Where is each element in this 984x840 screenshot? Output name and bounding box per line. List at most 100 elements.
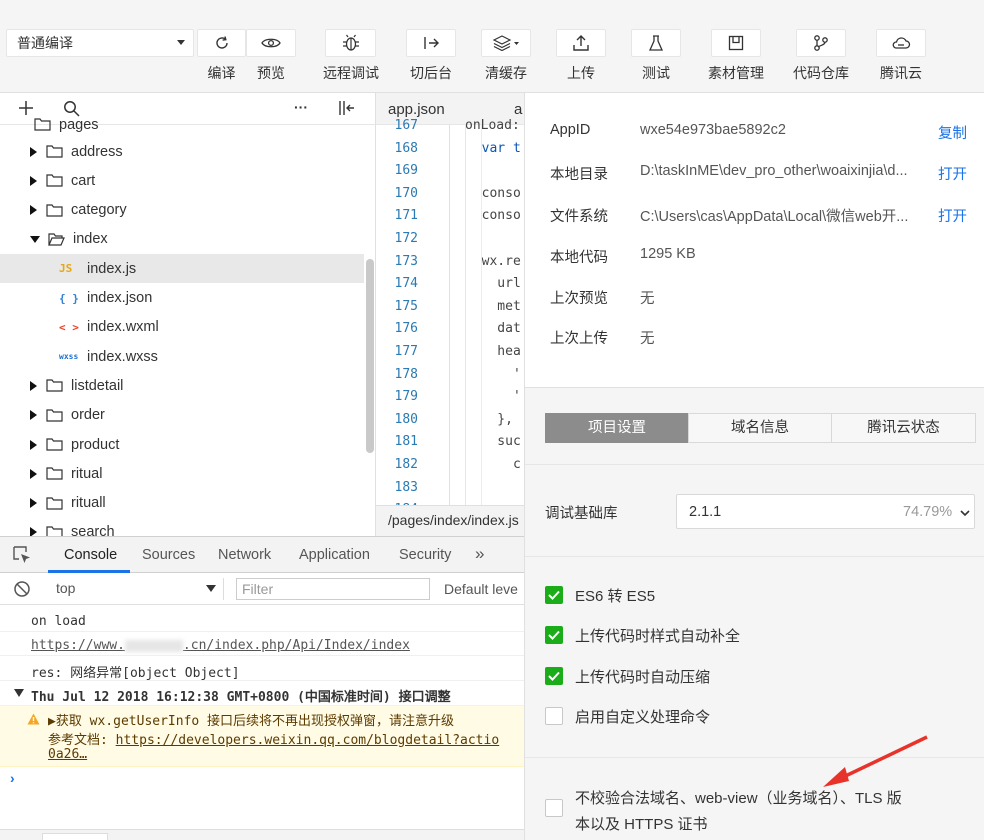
- tab-console[interactable]: Console: [64, 547, 117, 563]
- tencent-cloud-button[interactable]: [876, 29, 926, 57]
- compile-mode-select[interactable]: 普通编译: [6, 29, 194, 57]
- tree-item-address[interactable]: address: [0, 137, 364, 166]
- code-repo-label: 代码仓库: [793, 65, 849, 81]
- tab-tencent-cloud-status[interactable]: 腾讯云状态: [831, 413, 976, 443]
- console-link-part[interactable]: https://www.: [31, 638, 125, 653]
- lib-version-value: 2.1.1: [689, 504, 722, 520]
- open-link[interactable]: 打开: [938, 205, 967, 226]
- warning-doc-link[interactable]: https://developers.weixin.qq.com/blogdet…: [116, 733, 500, 748]
- expand-triangle-icon[interactable]: [14, 689, 24, 697]
- tree-item-ritual[interactable]: ritual: [0, 459, 364, 488]
- caret-right-icon[interactable]: [30, 205, 37, 216]
- material-manage-button[interactable]: [711, 29, 761, 57]
- caret-right-icon[interactable]: [30, 380, 37, 391]
- caret-right-icon[interactable]: [30, 410, 37, 421]
- info-value: 无: [640, 331, 655, 347]
- tree-item-order[interactable]: order: [0, 401, 364, 430]
- blurred-domain: [124, 639, 183, 652]
- tree-item-product[interactable]: product: [0, 430, 364, 459]
- checkbox-checked-icon[interactable]: [545, 667, 563, 685]
- clear-console-icon[interactable]: [13, 580, 31, 601]
- option-row[interactable]: ES6 转 ES5: [545, 584, 655, 606]
- tree-item-index-js[interactable]: JS index.js: [0, 254, 364, 284]
- code-line: suc: [466, 434, 521, 450]
- console-group-header[interactable]: Thu Jul 12 2018 16:12:38 GMT+0800 (中国标准时…: [0, 686, 524, 705]
- console-divider: [0, 655, 524, 656]
- option-row[interactable]: 上传代码时自动压缩: [545, 665, 710, 687]
- tree-item-label: index.json: [87, 290, 153, 306]
- line-number: 182: [394, 457, 418, 472]
- console-line-url[interactable]: https://www. .cn/index.php/Api/Index/inde…: [0, 638, 524, 653]
- caret-right-icon[interactable]: [30, 146, 37, 157]
- option-row[interactable]: 上传代码时样式自动补全: [545, 624, 740, 646]
- devtools-panel: Console Sources Network Application Secu…: [0, 536, 524, 840]
- console-line: on load: [31, 614, 86, 629]
- code-repo-button[interactable]: [796, 29, 846, 57]
- caret-right-icon[interactable]: [30, 527, 37, 536]
- tree-item-category[interactable]: category: [0, 196, 364, 225]
- tree-item-index-json[interactable]: { } index.json: [0, 284, 364, 313]
- context-value: top: [56, 580, 76, 596]
- more-tabs-icon[interactable]: »: [475, 544, 484, 564]
- switch-background-icon: [424, 37, 439, 49]
- open-link[interactable]: 打开: [938, 163, 967, 184]
- upload-label: 上传: [567, 65, 595, 81]
- checkbox-checked-icon[interactable]: [545, 626, 563, 644]
- caret-right-icon[interactable]: [30, 439, 37, 450]
- warning-text: ▶获取 wx.getUserInfo 接口后续将不再出现授权弹窗，请注意升级: [48, 714, 455, 729]
- file-tree-scrollbar[interactable]: [366, 259, 374, 453]
- tab-domain-info[interactable]: 域名信息: [688, 413, 832, 443]
- compile-button[interactable]: [197, 29, 246, 57]
- tab-project-settings[interactable]: 项目设置: [545, 413, 689, 443]
- tree-item-rituall[interactable]: rituall: [0, 489, 364, 518]
- caret-down-icon[interactable]: [30, 235, 40, 243]
- clear-cache-button[interactable]: [481, 29, 531, 57]
- flask-icon: [648, 35, 664, 51]
- console-prompt-icon[interactable]: ›: [10, 770, 15, 786]
- tab-network[interactable]: Network: [218, 547, 271, 563]
- tree-item-index-wxml[interactable]: < > index.wxml: [0, 313, 364, 342]
- tab-application[interactable]: Application: [299, 547, 370, 563]
- console-drawer: [0, 829, 524, 840]
- tab-security[interactable]: Security: [399, 547, 451, 563]
- context-select[interactable]: top: [42, 578, 224, 600]
- code-line: met: [466, 298, 521, 314]
- code-line: url: [466, 276, 521, 292]
- option-label: ES6 转 ES5: [575, 587, 656, 605]
- drawer-tab[interactable]: [42, 833, 108, 840]
- caret-right-icon[interactable]: [30, 175, 37, 186]
- console-filter-input[interactable]: Filter: [236, 578, 430, 600]
- domain-check-checkbox[interactable]: [545, 799, 575, 817]
- line-number: 171: [394, 208, 418, 224]
- tree-item-cart[interactable]: cart: [0, 166, 364, 195]
- upload-button[interactable]: [556, 29, 606, 57]
- tab-app-json[interactable]: app.json: [388, 101, 445, 118]
- caret-right-icon[interactable]: [30, 468, 37, 479]
- tree-item-index[interactable]: index: [0, 225, 364, 254]
- tree-folder-pages[interactable]: pages: [34, 110, 375, 139]
- switch-background-button[interactable]: [406, 29, 456, 57]
- lib-version-select[interactable]: 2.1.1 74.79%: [676, 494, 975, 529]
- inspect-element-icon[interactable]: [13, 546, 31, 567]
- copy-link[interactable]: 复制: [938, 122, 967, 143]
- checkbox-unchecked-icon[interactable]: [545, 707, 563, 725]
- warning-link-tail[interactable]: 0a26…: [48, 747, 87, 762]
- remote-debug-button[interactable]: [325, 29, 376, 57]
- option-row[interactable]: 启用自定义处理命令: [545, 705, 710, 727]
- option-label: 上传代码时自动压缩: [575, 668, 711, 686]
- line-number: 174: [394, 276, 418, 292]
- line-number: 178: [394, 366, 418, 382]
- tree-item-listdetail[interactable]: listdetail: [0, 371, 364, 400]
- plus-icon[interactable]: [18, 100, 34, 119]
- tab-sources[interactable]: Sources: [142, 547, 195, 563]
- tab-second[interactable]: a: [514, 101, 522, 118]
- checkbox-checked-icon[interactable]: [545, 586, 563, 604]
- material-manage-label: 素材管理: [708, 65, 764, 81]
- caret-right-icon[interactable]: [30, 498, 37, 509]
- test-button[interactable]: [631, 29, 681, 57]
- preview-button[interactable]: [246, 29, 296, 57]
- tree-item-index-wxss[interactable]: wxss index.wxss: [0, 342, 364, 371]
- console-link-part[interactable]: .cn/index.php/Api/Index/index: [183, 638, 410, 653]
- log-levels-select[interactable]: Default leve: [444, 581, 518, 597]
- tree-item-search[interactable]: search: [0, 518, 364, 536]
